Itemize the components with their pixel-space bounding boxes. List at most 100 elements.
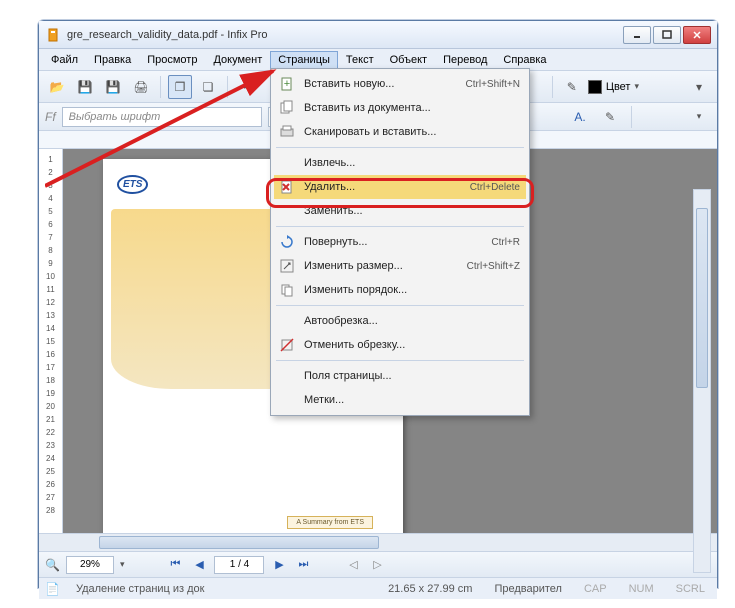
chevron-down-icon: ▾	[697, 111, 702, 122]
open-button[interactable]: 📂	[45, 75, 69, 99]
next-page-button[interactable]: ▶	[270, 557, 288, 573]
menu-help[interactable]: Справка	[495, 51, 554, 69]
menu-text[interactable]: Текст	[338, 51, 382, 69]
menu-item[interactable]: Поля страницы...	[274, 364, 526, 388]
menu-item-label: Изменить размер...	[304, 260, 459, 272]
menu-item[interactable]: +Вставить новую...Ctrl+Shift+N	[274, 72, 526, 96]
menu-edit[interactable]: Правка	[86, 51, 139, 69]
menu-item-label: Удалить...	[304, 181, 462, 193]
menu-item-label: Повернуть...	[304, 236, 483, 248]
forward-button[interactable]: ▷	[368, 557, 386, 573]
maximize-button[interactable]	[653, 26, 681, 44]
insert-doc-icon	[278, 99, 296, 117]
zoom-select[interactable]: 29%	[66, 556, 114, 574]
menu-item[interactable]: Извлечь...	[274, 151, 526, 175]
menu-item[interactable]: Изменить порядок...	[274, 278, 526, 302]
page-logo: ETS	[117, 175, 148, 194]
last-page-button[interactable]: ⏭	[294, 557, 312, 573]
ruler-tick: 4	[39, 192, 62, 205]
menu-item[interactable]: Изменить размер...Ctrl+Shift+Z	[274, 254, 526, 278]
ruler-tick: 20	[39, 400, 62, 413]
page-number-field[interactable]: 1 / 4	[214, 556, 264, 574]
page-tool-button[interactable]: ❐	[168, 75, 192, 99]
scrollbar-thumb[interactable]	[696, 208, 708, 388]
text-color-button[interactable]: A.	[568, 105, 592, 129]
close-button[interactable]	[683, 26, 711, 44]
ruler-tick: 1	[39, 153, 62, 166]
chevron-icon: ▾	[696, 80, 702, 94]
menu-item-shortcut: Ctrl+Delete	[470, 182, 520, 193]
scrollbar-thumb[interactable]	[99, 536, 379, 549]
ruler-tick: 10	[39, 270, 62, 283]
print-icon: 🖨	[133, 80, 148, 94]
chevron-down-icon: ▾	[634, 81, 639, 92]
ruler-tick: 22	[39, 426, 62, 439]
save-button[interactable]: 💾	[73, 75, 97, 99]
menu-document[interactable]: Документ	[205, 51, 270, 69]
color-label: Цвет	[606, 81, 631, 93]
font-icon: Ff	[45, 110, 56, 124]
window-title: gre_research_validity_data.pdf - Infix P…	[67, 29, 623, 41]
page-icon: ❐	[175, 80, 186, 94]
horizontal-scrollbar[interactable]	[39, 533, 717, 551]
pages-tool-button[interactable]: ❏	[196, 75, 220, 99]
menu-item-shortcut: Ctrl+R	[491, 237, 520, 248]
color-picker[interactable]: Цвет ▾	[588, 80, 639, 94]
ruler-tick: 17	[39, 361, 62, 374]
rotate-icon	[278, 233, 296, 251]
menu-translate[interactable]: Перевод	[435, 51, 495, 69]
resize-icon	[278, 257, 296, 275]
menu-item[interactable]: Вставить из документа...	[274, 96, 526, 120]
first-page-button[interactable]: ⏮	[166, 557, 184, 573]
menu-item[interactable]: Повернуть... Ctrl+R	[274, 230, 526, 254]
menu-object[interactable]: Объект	[382, 51, 435, 69]
vertical-scrollbar[interactable]	[693, 189, 711, 573]
undo-button[interactable]: ↶	[235, 75, 259, 99]
more-button[interactable]: ▾	[687, 75, 711, 99]
folder-open-icon: 📂	[50, 80, 65, 94]
menu-item[interactable]: Удалить... Ctrl+Delete	[274, 175, 526, 199]
ruler-tick: 2	[39, 166, 62, 179]
menu-pages[interactable]: Страницы	[270, 51, 338, 69]
ruler-tick: 26	[39, 478, 62, 491]
minimize-button[interactable]	[623, 26, 651, 44]
print-button[interactable]: 🖨	[129, 75, 153, 99]
eyedropper-button[interactable]: ✎	[560, 75, 584, 99]
blank-icon	[278, 202, 296, 220]
save-as-button[interactable]: 💾	[101, 75, 125, 99]
menu-view[interactable]: Просмотр	[139, 51, 205, 69]
menu-item-label: Поля страницы...	[304, 370, 520, 382]
menu-file[interactable]: Файл	[43, 51, 86, 69]
save-as-icon: 💾	[106, 80, 121, 94]
vertical-ruler: 1234567891011121314151617181920212223242…	[39, 149, 63, 533]
ruler-tick: 13	[39, 309, 62, 322]
back-button[interactable]: ◁	[344, 557, 362, 573]
menu-item[interactable]: Автообрезка...	[274, 309, 526, 333]
ruler-tick: 9	[39, 257, 62, 270]
menu-item-label: Заменить...	[304, 205, 520, 217]
more-font-button[interactable]: ▾	[687, 105, 711, 129]
menu-item[interactable]: Отменить обрезку...	[274, 333, 526, 357]
delete-page-icon	[278, 178, 296, 196]
chevron-down-icon[interactable]: ▾	[120, 559, 125, 570]
menu-item[interactable]: Заменить...	[274, 199, 526, 223]
menu-item-label: Изменить порядок...	[304, 284, 520, 296]
svg-text:+: +	[284, 78, 290, 90]
status-mode: Предварител	[488, 583, 568, 595]
scan-icon	[278, 123, 296, 141]
ruler-tick: 5	[39, 205, 62, 218]
font-select[interactable]: Выбрать шрифт	[62, 107, 262, 127]
ruler-tick: 3	[39, 179, 62, 192]
menu-item[interactable]: Метки...	[274, 388, 526, 412]
eyedropper-icon: ✎	[567, 80, 577, 94]
highlight-button[interactable]: ✎	[598, 105, 622, 129]
navigation-bar: 🔍 29% ▾ ⏮ ◀ 1 / 4 ▶ ⏭ ◁ ▷	[39, 551, 717, 577]
ruler-tick: 12	[39, 296, 62, 309]
menu-item-label: Сканировать и вставить...	[304, 126, 520, 138]
app-icon	[45, 27, 61, 43]
color-swatch	[588, 80, 602, 94]
menu-item[interactable]: Сканировать и вставить...	[274, 120, 526, 144]
prev-page-button[interactable]: ◀	[190, 557, 208, 573]
menu-item-label: Вставить из документа...	[304, 102, 520, 114]
ruler-tick: 7	[39, 231, 62, 244]
